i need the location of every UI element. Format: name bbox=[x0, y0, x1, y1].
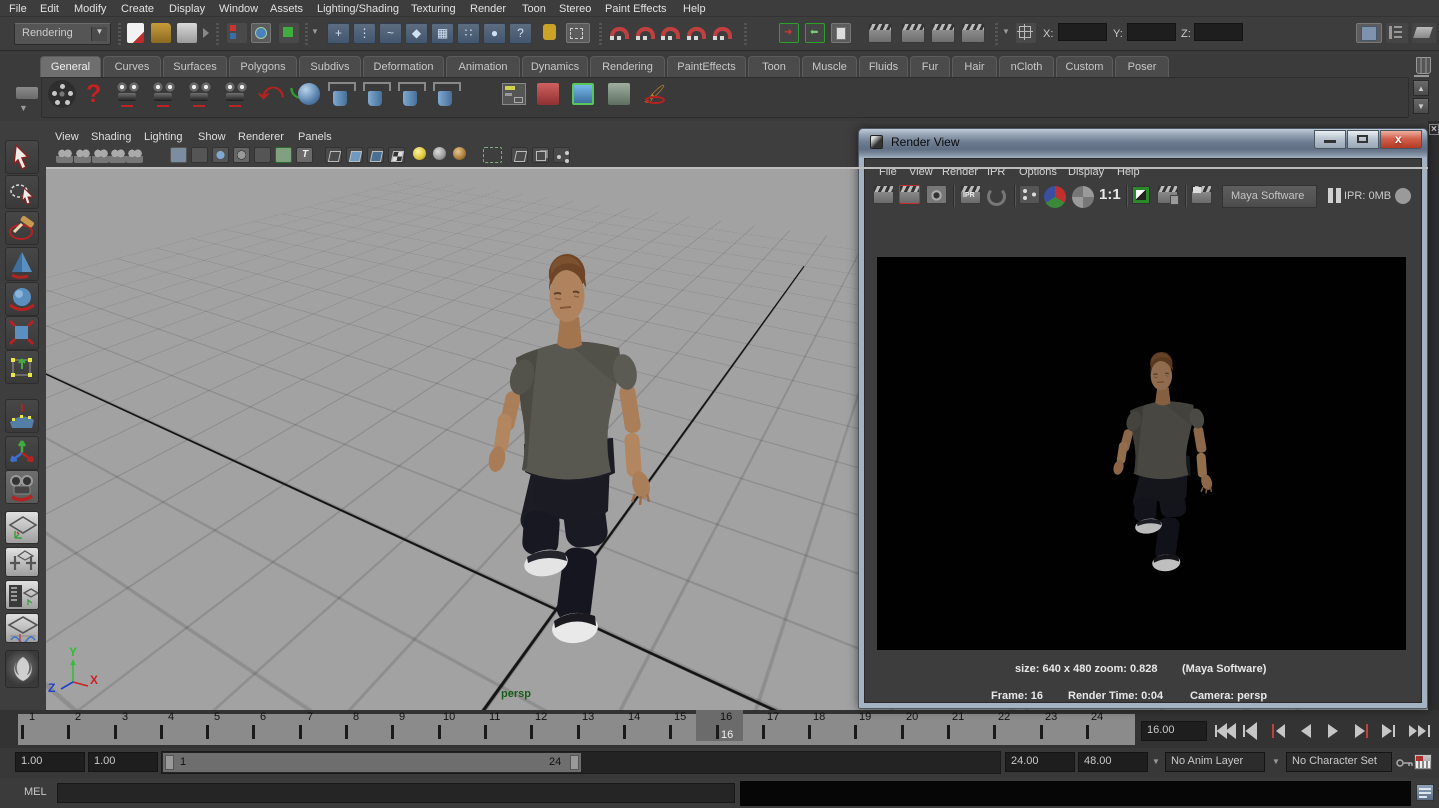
svg-text:X: X bbox=[90, 673, 98, 687]
svg-text:Z: Z bbox=[48, 681, 55, 695]
svg-text:persp: persp bbox=[501, 688, 531, 700]
svg-text:Y: Y bbox=[69, 645, 77, 659]
